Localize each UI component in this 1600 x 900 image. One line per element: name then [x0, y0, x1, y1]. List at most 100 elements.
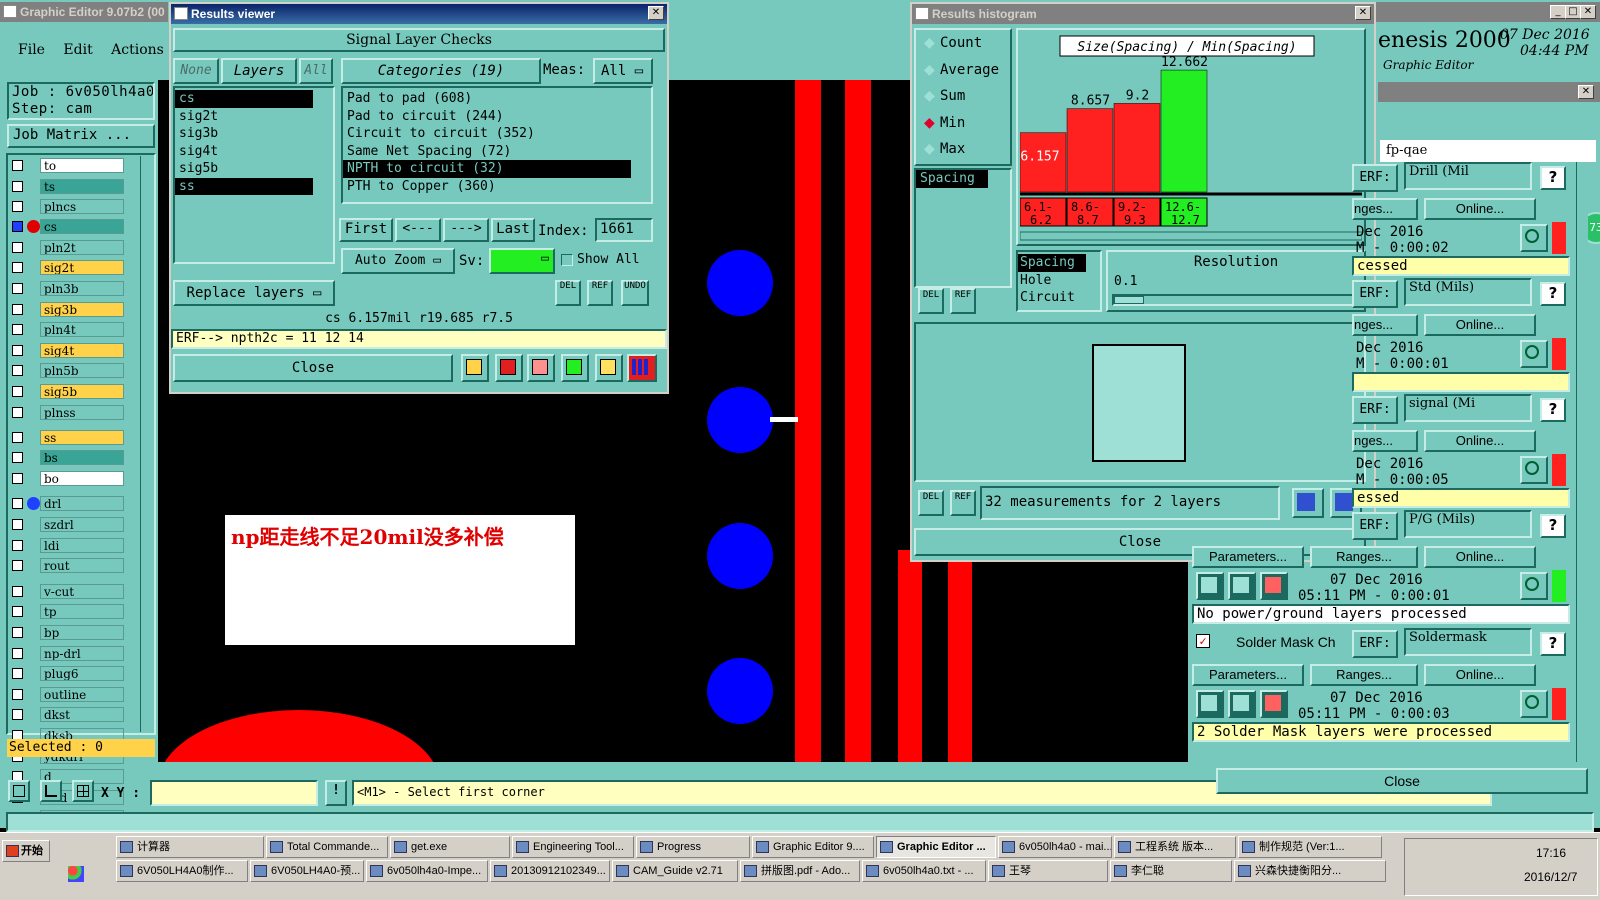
layer-row[interactable]: dkst	[8, 707, 124, 723]
alert-button[interactable]: !	[325, 780, 347, 806]
preview-del-icon[interactable]: DEL	[918, 490, 944, 516]
erf-panel-close-icon[interactable]: ✕	[1578, 85, 1594, 99]
tool-angle-icon[interactable]	[40, 780, 62, 802]
taskbar-button[interactable]: 计算器	[116, 836, 264, 858]
zoom-in-icon[interactable]	[1292, 488, 1324, 518]
taskbar-button[interactable]: Graphic Editor 9....	[752, 836, 874, 858]
layer-row[interactable]: bp	[8, 625, 124, 641]
preview-ref-icon[interactable]: REF	[950, 490, 976, 516]
viewer-tool-icon[interactable]	[461, 354, 489, 382]
taskbar-button[interactable]: 拼版图.pdf - Ado...	[740, 860, 860, 882]
taskbar-button[interactable]: 6V050LH4A0-预...	[250, 860, 364, 882]
parameters-button[interactable]: Parameters...	[1192, 664, 1304, 686]
layer-checkbox[interactable]	[12, 519, 23, 530]
layer-row[interactable]: tp	[8, 604, 124, 620]
layer-checkbox[interactable]	[12, 160, 23, 171]
categories-button[interactable]: Categories (19)	[341, 58, 541, 84]
layer-checkbox[interactable]	[12, 627, 23, 638]
layer-checkbox[interactable]	[12, 472, 23, 484]
close-icon[interactable]: ✕	[1580, 5, 1596, 19]
zoom-results-icon[interactable]	[1520, 224, 1548, 252]
help-button[interactable]: ?	[1540, 282, 1566, 306]
results-viewer-close-icon[interactable]: ✕	[648, 6, 664, 20]
layer-checkbox[interactable]	[12, 585, 23, 597]
layer-list-item[interactable]: ss	[175, 177, 313, 195]
rv-close-button[interactable]: Close	[173, 354, 453, 382]
stat-radio[interactable]: ◆ Count	[916, 30, 1010, 57]
layer-row[interactable]: plug6	[8, 666, 124, 682]
layer-checkbox[interactable]	[12, 539, 23, 551]
solder-mask-check-icon[interactable]: ✓	[1196, 634, 1210, 648]
online-button[interactable]: Online...	[1424, 546, 1536, 568]
maximize-icon[interactable]: □	[1565, 5, 1581, 19]
erf-value[interactable]: Soldermask	[1404, 628, 1532, 656]
taskbar-button[interactable]: 6v050lh4a0 - mai...	[998, 836, 1112, 858]
ranges-button[interactable]: Ranges...	[1310, 664, 1418, 686]
layer-checkbox[interactable]	[12, 262, 23, 274]
tool-select-icon[interactable]	[8, 780, 30, 802]
ranges-button[interactable]: nges...	[1352, 198, 1418, 220]
meas-select[interactable]: All ▭	[593, 58, 653, 84]
taskbar-button[interactable]: 兴森快捷衡阳分...	[1234, 860, 1386, 882]
sv-color-select[interactable]: ▭	[489, 248, 555, 274]
layer-checkbox[interactable]	[12, 606, 23, 618]
layer-row[interactable]: sig3b	[8, 301, 124, 318]
ranges-button[interactable]: Ranges...	[1310, 546, 1418, 568]
hist-ref-icon[interactable]: REF	[950, 288, 976, 314]
list-item[interactable]: Spacing	[1018, 254, 1086, 272]
layer-row[interactable]: sig4t	[8, 342, 124, 359]
list-item[interactable]: Hole	[1018, 272, 1100, 290]
taskbar-button[interactable]: 20130912102349...	[490, 860, 610, 882]
layer-checkbox[interactable]	[12, 688, 23, 700]
viewer-tool-icon[interactable]	[561, 354, 589, 382]
layer-list-item[interactable]: sig2t	[175, 108, 313, 126]
layer-list-item[interactable]: cs	[175, 90, 313, 108]
histogram-icon[interactable]	[627, 354, 657, 382]
layer-row[interactable]: szdrl	[8, 517, 124, 533]
last-button[interactable]: Last	[491, 218, 535, 242]
stop-icon[interactable]	[1260, 572, 1288, 600]
hist-del-icon[interactable]: DEL	[918, 288, 944, 314]
online-button[interactable]: Online...	[1424, 430, 1536, 452]
erf-close-button[interactable]: Close	[1216, 768, 1588, 794]
none-button[interactable]: None	[173, 58, 219, 84]
layer-row[interactable]: rout	[8, 558, 124, 574]
menu-actions[interactable]: Actions	[111, 42, 164, 58]
layers-button[interactable]: Layers	[221, 58, 297, 84]
erf-value[interactable]: Std (Mils)	[1404, 278, 1532, 306]
layer-checkbox[interactable]	[12, 241, 23, 253]
viewer-tool-icon[interactable]	[495, 354, 523, 382]
job-matrix-button[interactable]: Job Matrix ...	[7, 124, 155, 148]
help-button[interactable]: ?	[1540, 632, 1566, 656]
next-button[interactable]: --->	[443, 218, 489, 242]
taskbar-button[interactable]: 6v050lh4a0-Impe...	[366, 860, 488, 882]
layer-checkbox[interactable]	[12, 344, 23, 356]
taskbar-button[interactable]: Progress	[636, 836, 750, 858]
category-list-item[interactable]: PTH to Copper (360)	[343, 178, 631, 196]
layer-row[interactable]: ss	[8, 430, 124, 446]
stat-radio[interactable]: ◆ Min	[916, 110, 1010, 137]
zoom-results-icon[interactable]	[1520, 572, 1548, 600]
menu-edit[interactable]: Edit	[63, 42, 92, 58]
zoom-results-icon[interactable]	[1520, 340, 1548, 368]
ranges-button[interactable]: nges...	[1352, 314, 1418, 336]
run-icon[interactable]	[1196, 572, 1224, 600]
minimize-icon[interactable]: _	[1550, 5, 1566, 19]
help-button[interactable]: ?	[1540, 166, 1566, 190]
taskbar-button[interactable]: CAM_Guide v2.71	[612, 860, 738, 882]
erf-value[interactable]: signal (Mi	[1404, 394, 1532, 422]
layer-row[interactable]: pln2t	[8, 239, 124, 256]
taskbar-button[interactable]: 王琴	[988, 860, 1108, 882]
layer-checkbox[interactable]	[12, 365, 23, 377]
del-icon[interactable]: DEL	[555, 280, 581, 306]
rv-layer-list[interactable]: cs sig2t sig3b sig4t sig5b ss	[173, 86, 335, 264]
all-layers-button[interactable]: All	[299, 58, 333, 84]
ref-icon[interactable]: REF	[587, 280, 613, 306]
layer-checkbox[interactable]	[12, 668, 23, 680]
taskbar-button[interactable]: 制作规范 (Ver:1...	[1238, 836, 1382, 858]
taskbar-button[interactable]: Graphic Editor ...	[876, 836, 996, 858]
layer-checkbox[interactable]	[12, 386, 23, 397]
spacing-list-bottom[interactable]: Spacing Hole Circuit	[1016, 250, 1102, 312]
index-input[interactable]: 1661	[595, 218, 653, 242]
erf-value[interactable]: P/G (Mils)	[1404, 510, 1532, 538]
